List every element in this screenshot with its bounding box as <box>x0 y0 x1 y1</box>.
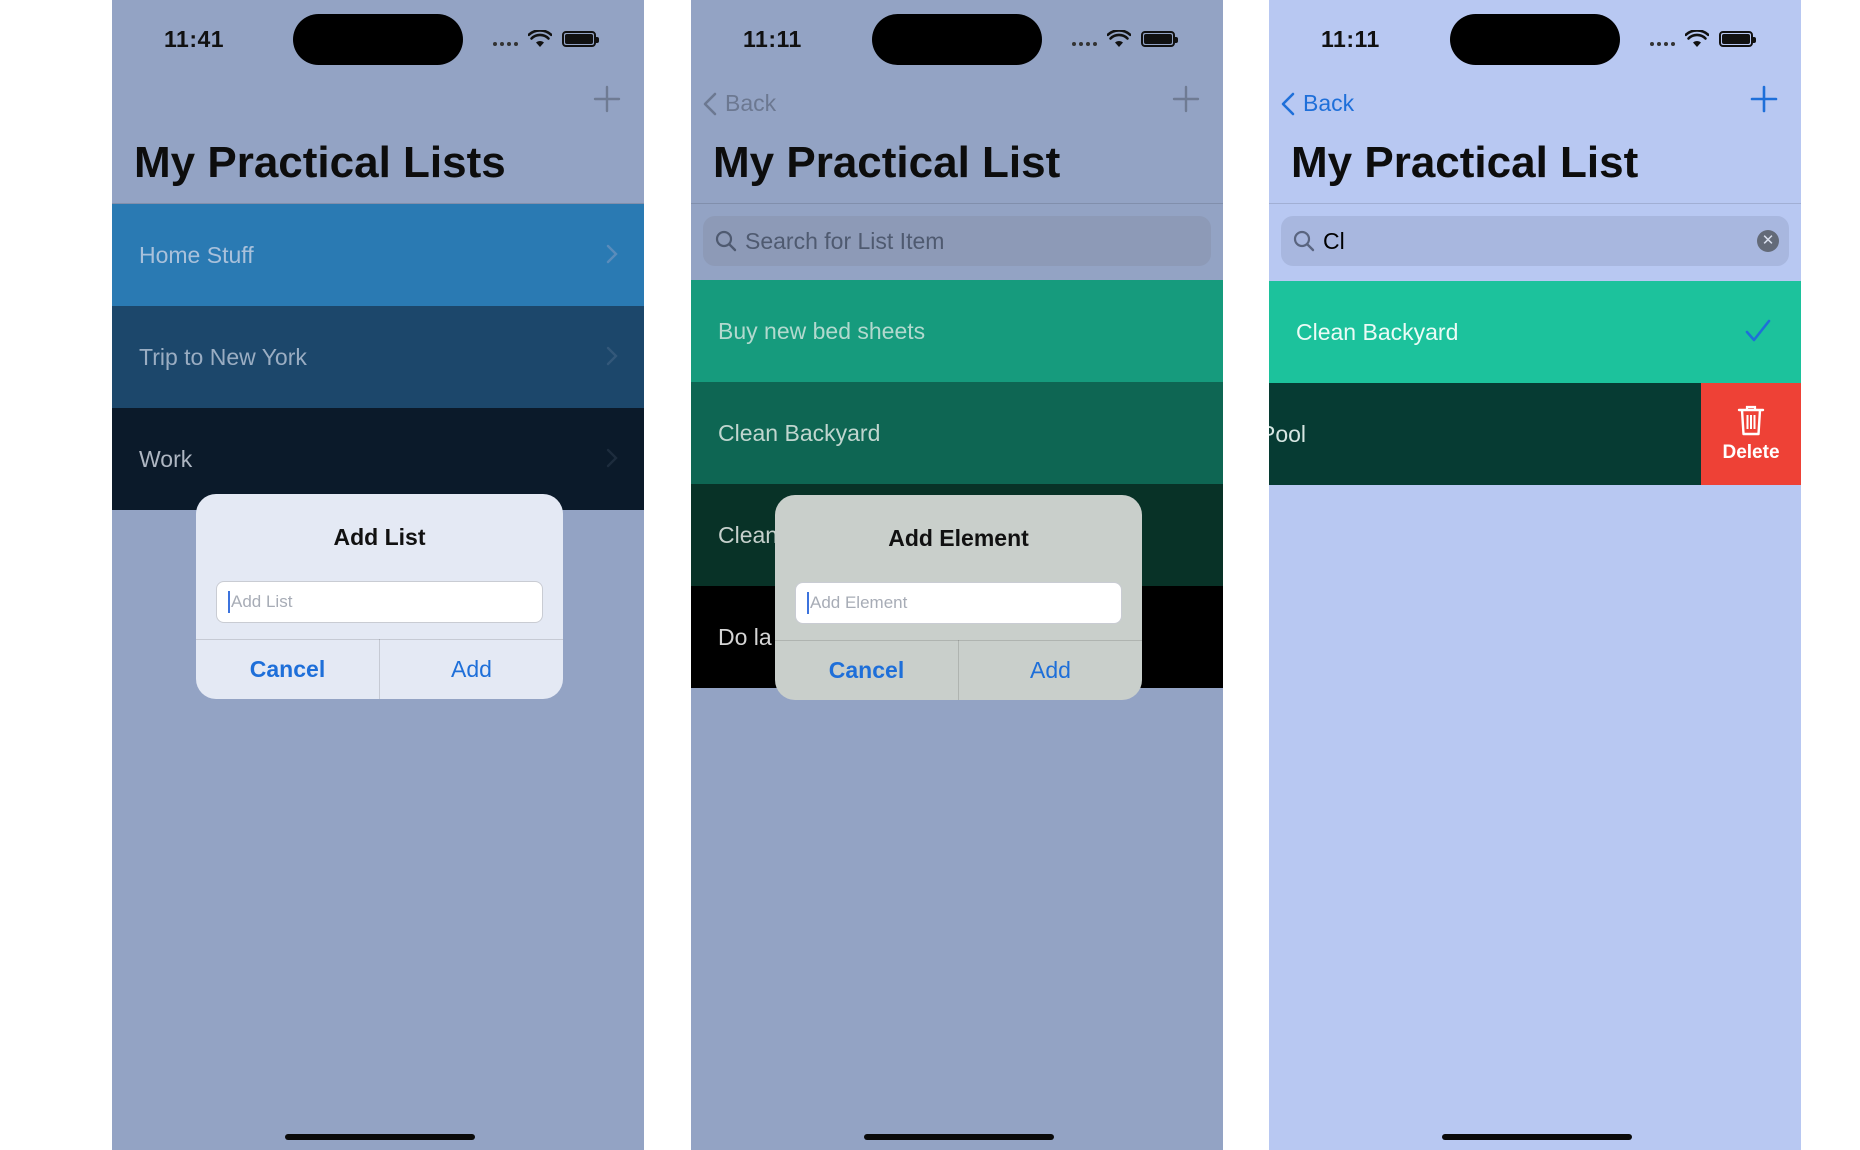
dynamic-island <box>872 14 1042 65</box>
cellular-icon <box>1650 42 1675 46</box>
nav-divider <box>691 203 1223 204</box>
back-label: Back <box>1303 90 1355 116</box>
add-list-input[interactable]: Add List <box>216 581 543 623</box>
cancel-button[interactable]: Cancel <box>775 641 958 700</box>
search-field[interactable]: Cl ✕ <box>1281 216 1789 266</box>
wifi-icon <box>1107 30 1131 47</box>
plus-icon[interactable] <box>1749 84 1779 114</box>
back-label: Back <box>725 90 777 116</box>
search-icon <box>715 230 737 252</box>
text-caret <box>228 591 230 613</box>
chevron-right-icon <box>606 448 618 468</box>
row-label: Home Stuff <box>139 241 254 268</box>
status-time: 11:11 <box>743 26 802 52</box>
page-title: My Practical List <box>713 138 1061 187</box>
row-label: Trip to New York <box>139 343 307 370</box>
plus-icon[interactable] <box>592 84 622 114</box>
status-time: 11:11 <box>1321 26 1380 52</box>
search-field[interactable]: Search for List Item <box>703 216 1211 266</box>
add-element-input[interactable]: Add Element <box>795 582 1122 624</box>
row-label: Clean Backyard <box>1296 318 1459 345</box>
plus-icon[interactable] <box>1171 84 1201 114</box>
wifi-icon <box>528 30 552 47</box>
chevron-left-icon <box>703 92 717 115</box>
cancel-button[interactable]: Cancel <box>196 640 379 699</box>
search-icon <box>1293 230 1315 252</box>
list-item-row[interactable]: Clean Backyard <box>1269 281 1801 383</box>
battery-icon <box>1719 31 1756 47</box>
input-placeholder: Add List <box>231 592 293 611</box>
trash-icon <box>1737 405 1765 436</box>
text-caret <box>807 592 809 614</box>
delete-label: Delete <box>1722 442 1780 463</box>
row-label: Buy new bed sheets <box>718 317 926 344</box>
cellular-icon <box>493 42 518 46</box>
list-item-row[interactable]: Buy new bed sheets <box>691 280 1223 382</box>
dynamic-island <box>1450 14 1620 65</box>
home-indicator <box>864 1134 1054 1140</box>
search-placeholder: Search for List Item <box>745 227 945 254</box>
row-label: Clean Backyard <box>718 419 881 446</box>
dialog-title: Add List <box>333 524 426 550</box>
back-button[interactable]: Back <box>703 90 776 117</box>
page-title: My Practical List <box>1291 138 1639 187</box>
add-button[interactable]: Add <box>959 641 1142 700</box>
status-icons <box>1650 30 1756 48</box>
page-title: My Practical Lists <box>134 138 506 187</box>
screen-search-results: 11:11 Back My Practical List Cl ✕ Clean … <box>1269 0 1801 1150</box>
list-row-trip-to-new-york[interactable]: Trip to New York <box>112 306 644 408</box>
list-item-row[interactable]: Clean Backyard <box>691 382 1223 484</box>
back-button[interactable]: Back <box>1281 90 1354 117</box>
checkmark-icon <box>1745 319 1771 342</box>
row-label: Pool <box>1269 420 1307 447</box>
status-icons <box>493 30 599 48</box>
add-element-dialog: Add Element Add Element Cancel Add <box>775 495 1142 700</box>
status-time: 11:41 <box>164 26 225 52</box>
list-row-home-stuff[interactable]: Home Stuff <box>112 204 644 306</box>
clear-search-icon[interactable]: ✕ <box>1757 230 1779 252</box>
row-label: Do la <box>718 623 772 650</box>
status-icons <box>1072 30 1178 48</box>
input-placeholder: Add Element <box>810 593 908 612</box>
add-button[interactable]: Add <box>380 640 563 699</box>
chevron-left-icon <box>1281 92 1295 115</box>
home-indicator <box>285 1134 475 1140</box>
search-value: Cl <box>1323 227 1345 254</box>
row-label: Work <box>139 445 193 472</box>
dialog-title: Add Element <box>888 525 1029 551</box>
dynamic-island <box>293 14 463 65</box>
screen-lists: 11:41 My Practical Lists Home Stuff Trip… <box>112 0 644 1150</box>
battery-icon <box>562 31 599 47</box>
row-label: Clean <box>718 521 779 548</box>
chevron-right-icon <box>606 346 618 366</box>
wifi-icon <box>1685 30 1709 47</box>
home-indicator <box>1442 1134 1632 1140</box>
battery-icon <box>1141 31 1178 47</box>
cellular-icon <box>1072 42 1097 46</box>
chevron-right-icon <box>606 244 618 264</box>
screen-list-items: 11:11 Back My Practical List Search for … <box>691 0 1223 1150</box>
add-list-dialog: Add List Add List Cancel Add <box>196 494 563 699</box>
delete-button[interactable]: Delete <box>1701 383 1801 485</box>
nav-divider <box>1269 203 1801 204</box>
